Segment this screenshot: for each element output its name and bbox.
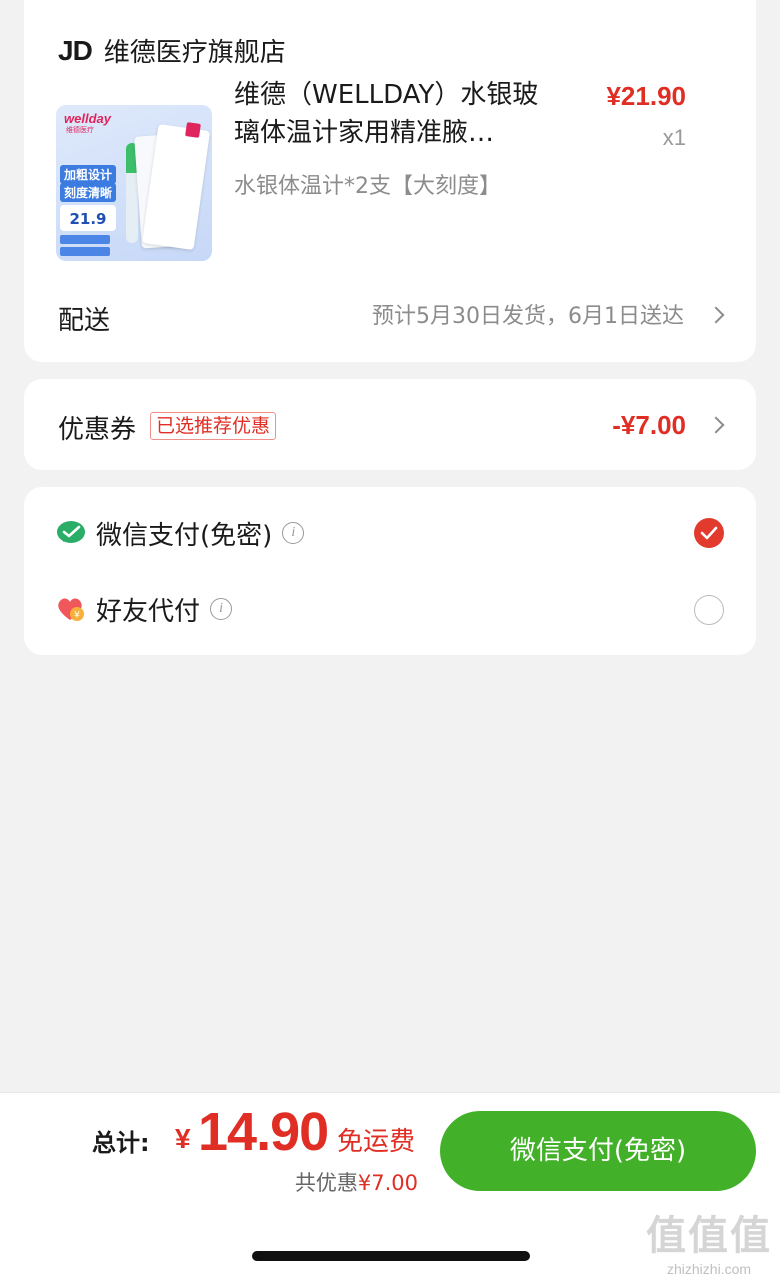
savings-prefix: 共优惠 — [294, 1171, 358, 1195]
wechat-pay-button[interactable]: 微信支付(免密) — [440, 1111, 756, 1191]
total-currency: ¥ — [175, 1123, 191, 1154]
site-watermark: 值值值 zhizhizhi.com — [646, 1203, 772, 1276]
shipping-label: 配送 — [58, 306, 111, 336]
store-header[interactable]: JD 维德医疗旗舰店 — [58, 32, 286, 69]
product-quantity: x1 — [662, 125, 686, 150]
total-savings: 共优惠¥7.00 — [295, 1167, 418, 1197]
product-image-slogan-2: 刻度清晰 — [60, 183, 116, 202]
product-image-slogan-1: 加粗设计 — [60, 165, 116, 184]
product-image-brand-sub: 维德医疗 — [66, 126, 94, 134]
watermark-glyphs: 值值值 — [646, 1213, 772, 1259]
payment-radio-unselected[interactable] — [694, 595, 724, 625]
svg-text:¥: ¥ — [74, 611, 80, 621]
product-spec: 水银体温计*2支【大刻度】 — [234, 174, 501, 199]
payment-option-label: 微信支付(免密) — [96, 520, 273, 551]
product-image-brand: wellday — [64, 111, 111, 126]
coupon-label: 优惠券 — [58, 415, 137, 445]
coupon-value: -¥7.00 — [612, 410, 686, 440]
coupon-badge: 已选推荐优惠 — [150, 412, 277, 440]
chevron-right-icon[interactable] — [707, 416, 725, 434]
chevron-right-icon[interactable] — [707, 306, 725, 324]
payment-option-friend[interactable]: ¥ 好友代付 i — [56, 589, 233, 629]
watermark-site: zhizhizhi.com — [666, 1261, 752, 1276]
total-amount: 14.90 — [198, 1102, 329, 1162]
wechat-icon — [57, 521, 85, 543]
product-image-price: 21.9 — [60, 205, 116, 231]
product-image-tag — [60, 247, 110, 256]
payment-option-wechat[interactable]: 微信支付(免密) i — [56, 513, 305, 553]
savings-amount: ¥7.00 — [357, 1171, 418, 1195]
coupon-card[interactable]: 优惠券 已选推荐优惠 -¥7.00 — [24, 379, 756, 470]
info-icon[interactable]: i — [282, 522, 305, 544]
shipping-info[interactable]: 预计5月30日发货，6月1日送达 — [372, 298, 684, 330]
product-price: ¥21.90 — [606, 81, 686, 111]
product-title[interactable]: 维德（WELLDAY）水银玻璃体温计家用精准腋… — [234, 76, 564, 152]
payment-methods-card: 微信支付(免密) i ¥ 好友代付 i — [24, 487, 756, 655]
home-indicator[interactable] — [252, 1251, 530, 1261]
package-badge — [185, 122, 201, 138]
store-name[interactable]: 维德医疗旗舰店 — [104, 32, 286, 69]
total-label: 总计: — [92, 1129, 150, 1157]
free-shipping-label: 免运费 — [337, 1127, 416, 1157]
product-image-tag — [60, 235, 110, 244]
payment-option-label: 好友代付 — [96, 596, 201, 627]
order-card: JD 维德医疗旗舰店 wellday 维德医疗 加粗设计 刻度清晰 21.9 维… — [24, 0, 756, 362]
payment-radio-selected[interactable] — [694, 518, 724, 548]
jd-logo: JD — [58, 34, 93, 66]
friend-pay-icon: ¥ — [58, 598, 84, 621]
product-image[interactable]: wellday 维德医疗 加粗设计 刻度清晰 21.9 — [56, 105, 212, 261]
info-icon[interactable]: i — [210, 598, 233, 620]
checkmark-icon — [700, 526, 718, 540]
checkout-bar: 总计: ¥ 14.90 免运费 共优惠¥7.00 微信支付(免密) 值值值 zh… — [0, 1092, 780, 1276]
